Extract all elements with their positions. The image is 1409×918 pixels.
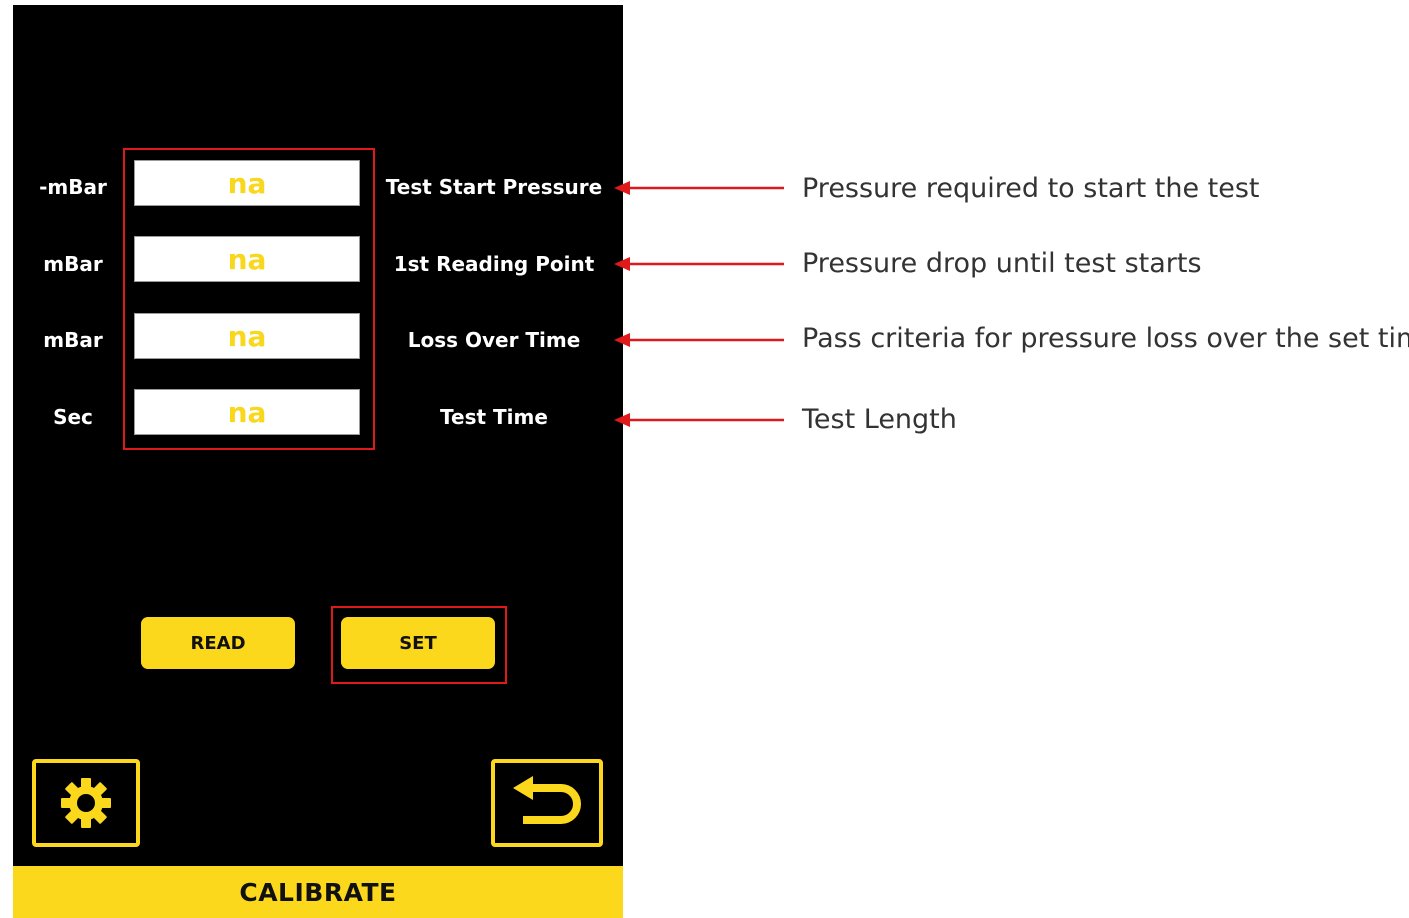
back-button[interactable] — [491, 759, 603, 847]
unit-label-first-reading: mBar — [43, 252, 103, 276]
annotation-test-time: Test Length — [802, 404, 957, 435]
unit-label-start-pressure: -mBar — [39, 175, 107, 199]
page: -mBar na Test Start Pressure mBar na 1st… — [0, 0, 1409, 918]
annotation-first-reading-point: Pressure drop until test starts — [802, 248, 1202, 279]
label-test-start-pressure: Test Start Pressure — [385, 175, 603, 199]
unit-label-loss-over-time: mBar — [43, 328, 103, 352]
set-button-highlight-box — [331, 606, 507, 684]
calibrate-title-bar: CALIBRATE — [13, 866, 623, 918]
arrow-annotation-2 — [614, 257, 784, 271]
label-first-reading-point: 1st Reading Point — [393, 252, 595, 276]
device-screen: -mBar na Test Start Pressure mBar na 1st… — [13, 5, 623, 918]
annotation-start-pressure: Pressure required to start the test — [802, 173, 1260, 204]
gear-icon — [61, 778, 111, 828]
settings-button[interactable] — [32, 759, 140, 847]
arrow-annotation-3 — [614, 333, 784, 347]
fields-highlight-box — [123, 148, 375, 450]
unit-label-test-time: Sec — [53, 405, 93, 429]
label-loss-over-time: Loss Over Time — [407, 328, 581, 352]
annotation-loss-over-time: Pass criteria for pressure loss over the… — [802, 323, 1409, 354]
label-test-time: Test Time — [440, 405, 548, 429]
read-button[interactable]: READ — [141, 617, 295, 669]
arrow-annotation-1 — [614, 181, 784, 195]
back-arrow-icon — [513, 776, 581, 824]
arrow-annotation-4 — [614, 413, 784, 427]
